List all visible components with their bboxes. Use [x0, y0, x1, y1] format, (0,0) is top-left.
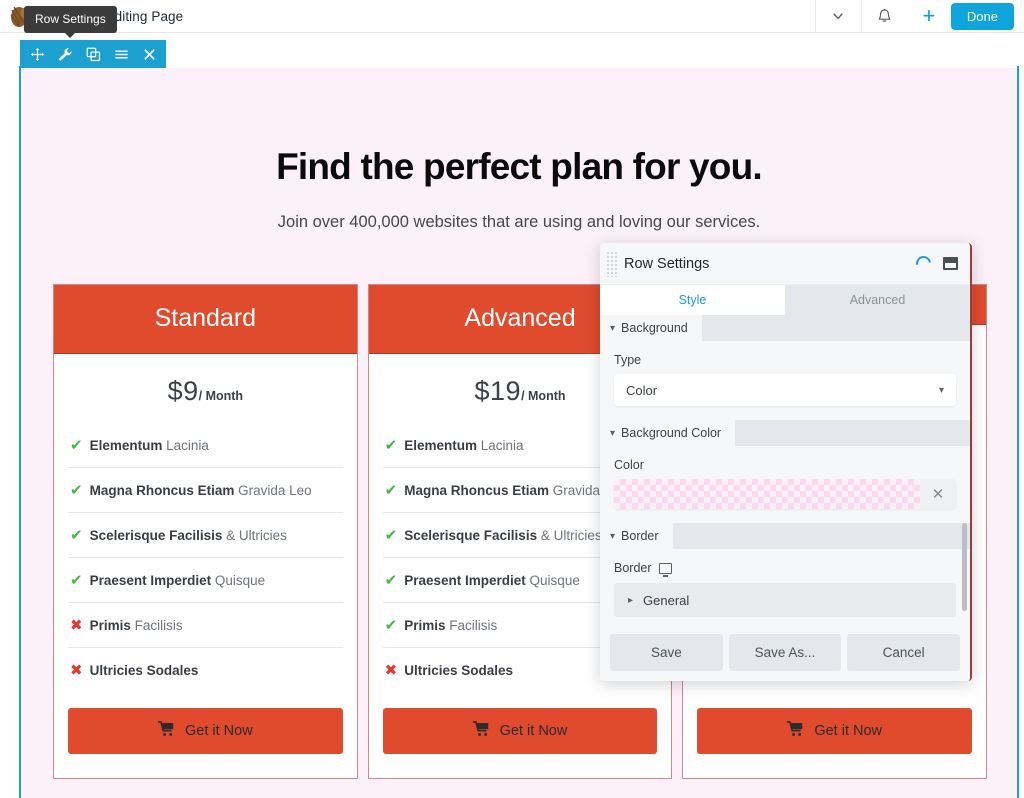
- add-icon[interactable]: +: [907, 0, 951, 33]
- desktop-icon[interactable]: [658, 562, 672, 577]
- wrench-icon[interactable]: [51, 40, 79, 68]
- done-button[interactable]: Done: [950, 2, 1014, 30]
- tab-advanced[interactable]: Advanced: [785, 285, 970, 315]
- section-label-border: Border: [621, 529, 659, 543]
- row-settings-panel[interactable]: Row Settings Style Advanced ▾ Background…: [600, 243, 972, 681]
- section-header-background[interactable]: ▾ Background: [600, 315, 702, 341]
- row-actions-toolbar: [20, 40, 166, 68]
- save-as-button[interactable]: Save As...: [728, 634, 842, 671]
- color-picker-row: ✕: [614, 479, 956, 509]
- save-button[interactable]: Save: [610, 634, 723, 671]
- window-mode-icon[interactable]: [943, 257, 958, 270]
- drag-grip-icon[interactable]: [606, 250, 618, 277]
- panel-footer: Save Save As... Cancel: [600, 626, 970, 681]
- label-type: Type: [614, 353, 642, 367]
- section-border: ▾ Border: [600, 523, 970, 549]
- border-general-collapse[interactable]: ▸ General: [614, 583, 956, 617]
- field-border: Border ▸ General: [600, 549, 970, 626]
- field-background-color: Color ✕: [600, 446, 970, 523]
- border-field-label: Border: [614, 561, 652, 575]
- move-icon[interactable]: [23, 40, 51, 68]
- panel-header: Row Settings: [600, 243, 970, 285]
- section-background: ▾ Background: [600, 315, 970, 341]
- label-border: Border: [614, 561, 956, 577]
- panel-scrollbar[interactable]: [962, 523, 967, 611]
- chevron-down-icon: ▾: [610, 427, 616, 439]
- border-general-label: General: [643, 592, 690, 608]
- section-background-color: ▾ Background Color: [600, 420, 970, 446]
- panel-body: ▾ Background Type Color ▾ ▾ Background C…: [600, 315, 970, 626]
- chevron-down-icon[interactable]: [814, 0, 861, 33]
- background-type-value: Color: [626, 382, 658, 398]
- admin-bar: Currently Editing Page + Done: [0, 0, 1024, 33]
- tab-style[interactable]: Style: [600, 285, 785, 315]
- duplicate-icon[interactable]: [79, 40, 107, 68]
- color-swatch[interactable]: [614, 479, 920, 509]
- chevron-right-icon: ▸: [628, 594, 634, 606]
- section-label-background: Background: [621, 321, 688, 335]
- panel-tabs: Style Advanced: [600, 285, 970, 315]
- chevron-down-icon: ▾: [610, 322, 616, 334]
- chevron-down-icon: ▾: [610, 530, 616, 542]
- menu-icon[interactable]: [107, 40, 135, 68]
- panel-title: Row Settings: [624, 255, 710, 272]
- loading-spinner-icon: [913, 253, 934, 274]
- background-type-select[interactable]: Color ▾: [614, 374, 956, 406]
- editor-root: Find the perfect plan for you. Join over…: [0, 0, 1024, 798]
- section-header-border[interactable]: ▾ Border: [600, 523, 673, 549]
- section-header-background-color[interactable]: ▾ Background Color: [600, 420, 736, 446]
- chevron-down-icon: ▾: [938, 384, 944, 396]
- tooltip: Row Settings: [24, 6, 117, 38]
- clear-color-icon[interactable]: ✕: [920, 479, 956, 509]
- bell-icon[interactable]: [860, 0, 907, 33]
- section-label-background-color: Background Color: [621, 426, 722, 440]
- label-color: Color: [614, 458, 644, 472]
- admin-bar-actions: + Done: [907, 0, 1024, 33]
- close-icon[interactable]: [135, 40, 163, 68]
- field-background-type: Type Color ▾: [600, 341, 970, 420]
- cancel-button[interactable]: Cancel: [847, 634, 961, 671]
